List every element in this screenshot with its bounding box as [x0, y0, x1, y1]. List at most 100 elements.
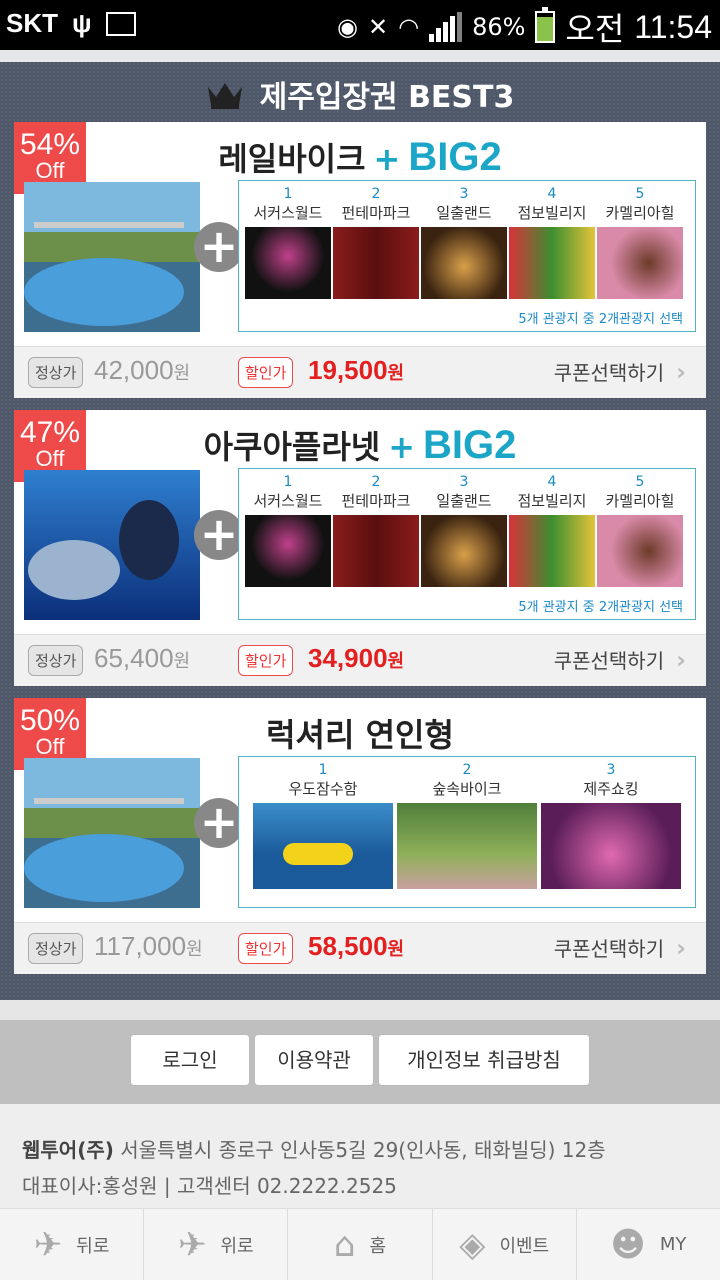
currency-unit: 원	[186, 939, 203, 959]
big2-options-box: 1 서커스월드 2 펀테마파크 3 일출랜드 4 점보빌리지 5 카멜리아힐 5개 관광지…	[238, 180, 696, 332]
product-title: 아쿠아플라넷 + BIG2	[14, 422, 706, 468]
option-thumb	[333, 227, 419, 299]
regular-price-value: 42,000	[94, 355, 174, 385]
sale-price-value: 19,500	[308, 355, 388, 385]
option-thumb	[597, 515, 683, 587]
clock-ampm: 오전	[565, 11, 625, 47]
option-label: 카멜리아힐	[605, 492, 675, 510]
option-sunrise-land[interactable]: 3 일출랜드	[419, 185, 509, 299]
privacy-policy-button[interactable]: 개인정보 취급방침	[378, 1034, 590, 1086]
price-bar: 정상가 117,000원 할인가 58,500원 쿠폰선택하기 ›	[14, 922, 706, 974]
option-num: 1	[318, 762, 328, 778]
user-icon: ☻	[610, 1224, 646, 1265]
company-ceo-line: 대표이사:홍성원 | 고객센터 02.2222.2525	[22, 1174, 397, 1198]
chevron-right-icon: ›	[676, 358, 686, 386]
nav-home-label: 홈	[369, 1235, 387, 1257]
coupon-select-button[interactable]: 쿠폰선택하기 ›	[554, 645, 686, 674]
coupon-select-button[interactable]: 쿠폰선택하기 ›	[554, 933, 686, 962]
company-address: 서울특별시 종로구 인사동5길 29(인사동, 태화빌딩) 12층	[120, 1138, 606, 1162]
option-num: 3	[459, 186, 469, 202]
option-jumbo-village[interactable]: 4 점보빌리지	[507, 473, 597, 587]
nav-back[interactable]: ✈ 뒤로	[0, 1209, 145, 1280]
option-circus-world[interactable]: 1 서커스월드	[243, 473, 333, 587]
plus-sign: +	[388, 428, 416, 466]
option-jeju-shocking[interactable]: 3 제주쇼킹	[539, 761, 683, 889]
product-card-aquaplanet[interactable]: 47% Off 아쿠아플라넷 + BIG2 + 1 서커스월드 2 펀테마파크 3 일출랜드…	[14, 410, 706, 686]
company-info: 웹투어(주) 서울특별시 종로구 인사동5길 29(인사동, 태화빌딩) 12층…	[0, 1104, 720, 1208]
option-label: 일출랜드	[436, 492, 492, 510]
option-sunrise-land[interactable]: 3 일출랜드	[419, 473, 509, 587]
sale-price-value: 58,500	[308, 931, 388, 961]
usb-icon: ψ	[72, 8, 92, 38]
nav-back-label: 뒤로	[76, 1235, 110, 1257]
wifi-icon: ◠	[398, 13, 420, 41]
option-thumb	[253, 803, 393, 889]
nav-home[interactable]: ⌂ 홈	[288, 1209, 433, 1280]
company-name: 웹투어(주)	[22, 1138, 114, 1162]
aquaplanet-image[interactable]	[24, 470, 200, 620]
page-title-row: 제주입장권 BEST3	[0, 72, 720, 116]
option-thumb	[541, 803, 681, 889]
option-thumb	[245, 227, 331, 299]
terms-button[interactable]: 이용약관	[254, 1034, 374, 1086]
gallery-icon	[105, 11, 136, 36]
option-num: 5	[635, 186, 645, 202]
option-num: 2	[462, 762, 472, 778]
nav-my[interactable]: ☻ MY	[577, 1209, 720, 1280]
plus-sign: +	[373, 140, 401, 178]
battery-percent: 86%	[472, 13, 526, 41]
option-label: 일출랜드	[436, 204, 492, 222]
luxury-options-box: 1 우도잠수함 2 숲속바이크 3 제주쇼킹	[238, 756, 696, 908]
nav-event[interactable]: ◈ 이벤트	[433, 1209, 577, 1280]
option-label: 제주쇼킹	[583, 780, 639, 798]
regular-price-label: 정상가	[28, 645, 84, 676]
sale-price: 34,900원	[308, 643, 404, 674]
railbike-image[interactable]	[24, 182, 200, 332]
option-label: 점보빌리지	[517, 204, 587, 222]
option-jumbo-village[interactable]: 4 점보빌리지	[507, 185, 597, 299]
sale-price-label: 할인가	[238, 645, 294, 676]
currency-unit: 원	[173, 651, 191, 671]
option-camellia-hill[interactable]: 5 카멜리아힐	[595, 185, 685, 299]
option-label: 카멜리아힐	[605, 204, 675, 222]
currency-unit: 원	[387, 939, 405, 959]
option-num: 1	[283, 474, 293, 490]
login-button[interactable]: 로그인	[130, 1034, 250, 1086]
battery-icon	[535, 7, 556, 43]
option-fun-themepark[interactable]: 2 펀테마파크	[331, 473, 421, 587]
coupon-select-button[interactable]: 쿠폰선택하기 ›	[554, 357, 686, 386]
nav-top[interactable]: ✈ 위로	[144, 1209, 289, 1280]
sale-price: 58,500원	[308, 931, 404, 962]
product-card-luxury-couple[interactable]: 50% Off 럭셔리 연인형 + 1 우도잠수함 2 숲속바이크 3 제주쇼킹 정상가…	[14, 698, 706, 974]
nav-event-label: 이벤트	[499, 1235, 550, 1257]
home-icon: ⌂	[333, 1224, 356, 1265]
regular-price: 65,400원	[94, 643, 190, 674]
option-camellia-hill[interactable]: 5 카멜리아힐	[595, 473, 685, 587]
option-fun-themepark[interactable]: 2 펀테마파크	[331, 185, 421, 299]
plus-circle-icon: +	[194, 510, 244, 560]
coupon-label: 쿠폰선택하기	[553, 649, 665, 673]
currency-unit: 원	[173, 363, 191, 383]
currency-unit: 원	[387, 363, 405, 383]
carrier-label: SKT	[6, 8, 58, 38]
plus-circle-icon: +	[194, 798, 244, 848]
option-thumb	[421, 227, 507, 299]
option-thumb	[421, 515, 507, 587]
product-name: 레일바이크	[218, 140, 366, 178]
option-circus-world[interactable]: 1 서커스월드	[243, 185, 333, 299]
option-forest-bike[interactable]: 2 숲속바이크	[395, 761, 539, 889]
option-udo-submarine[interactable]: 1 우도잠수함	[251, 761, 395, 889]
option-thumb	[509, 227, 595, 299]
regular-price-label: 정상가	[28, 933, 84, 964]
bottom-nav: ✈ 뒤로 ✈ 위로 ⌂ 홈 ◈ 이벤트 ☻ MY	[0, 1208, 720, 1280]
big-label: BIG2	[408, 135, 502, 179]
product-card-railbike[interactable]: 54% Off 레일바이크 + BIG2 + 1 서커스월드 2 펀테마파크 3 일출랜드 …	[14, 122, 706, 398]
option-num: 3	[459, 474, 469, 490]
railbike-image[interactable]	[24, 758, 200, 908]
sale-price-value: 34,900	[308, 643, 388, 673]
nav-my-label: MY	[659, 1234, 687, 1255]
product-name: 럭셔리 연인형	[266, 716, 454, 754]
nfc-icon: ✕	[368, 13, 389, 41]
regular-price: 42,000원	[94, 355, 190, 386]
option-thumb	[245, 515, 331, 587]
